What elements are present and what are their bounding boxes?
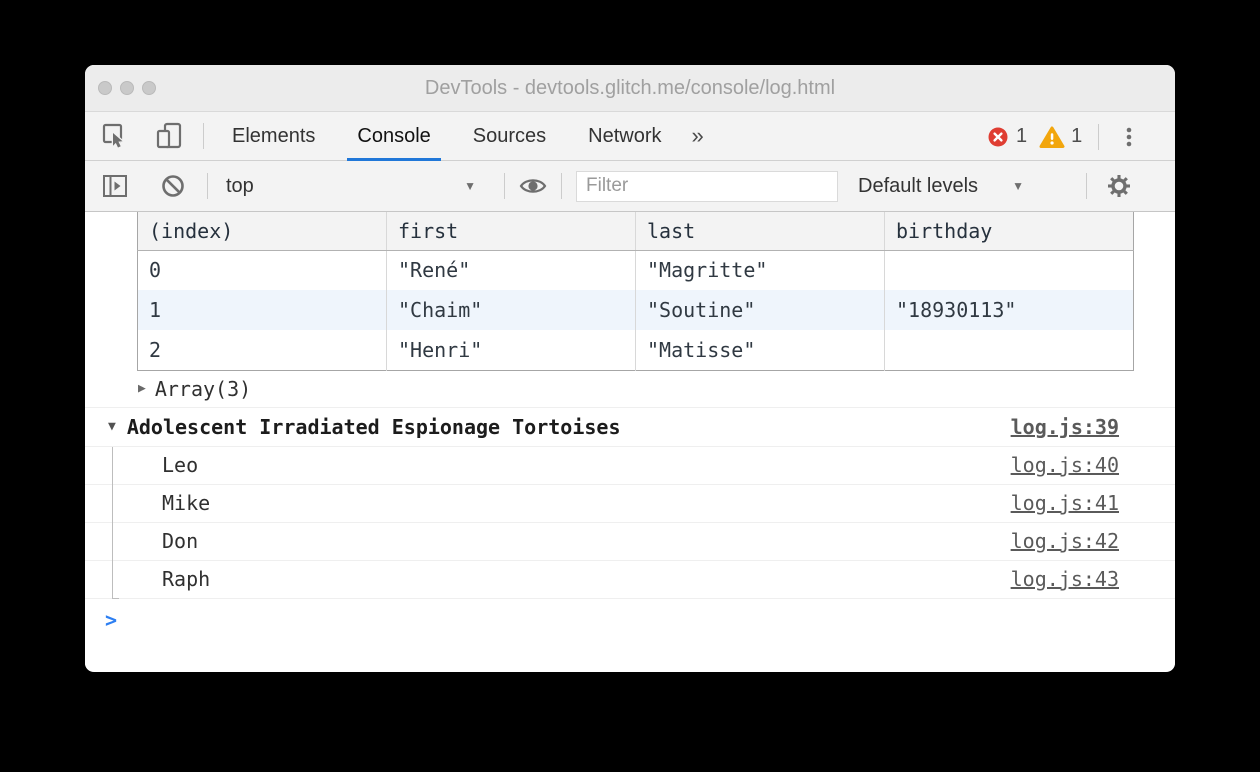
cell-birthday [885,250,1134,290]
tabbar-right-group: 1 1 [986,112,1145,161]
log-text: Don [162,529,198,553]
console-group-children: Leo log.js:40 Mike log.js:41 Don log.js:… [85,447,1175,599]
console-settings-button[interactable] [1103,170,1135,202]
chevron-down-icon: ▼ [464,179,476,193]
console-group-header[interactable]: ▼ Adolescent Irradiated Espionage Tortoi… [85,408,1175,447]
log-message: Don log.js:42 [85,523,1175,561]
javascript-context-selector[interactable]: top ▼ [226,175,476,198]
cell-index: 0 [138,250,387,290]
log-message: Leo log.js:40 [85,447,1175,485]
cell-index: 2 [138,330,387,370]
array-preview-label[interactable]: Array(3) [155,377,251,401]
source-link[interactable]: log.js:40 [1011,453,1119,477]
more-tabs-button[interactable]: » [686,123,710,149]
kebab-menu-icon [1114,122,1144,152]
cell-first: "Henri" [387,330,636,370]
devtools-tabbar: Elements Console Sources Network » 1 1 [85,112,1175,161]
collapse-triangle-icon[interactable]: ▼ [108,419,116,434]
zoom-button[interactable] [142,81,156,95]
table-row: 0 "René" "Magritte" [138,250,1134,290]
cell-first: "Chaim" [387,290,636,330]
desktop-background: DevTools - devtools.glitch.me/console/lo… [0,0,1260,772]
eye-icon [517,170,549,202]
group-indent-guide [112,447,119,599]
log-message: Mike log.js:41 [85,485,1175,523]
source-link[interactable]: log.js:41 [1011,491,1119,515]
log-text: Mike [162,491,210,515]
separator [207,173,208,199]
table-header-row: (index) first last birthday [138,212,1134,250]
inspect-element-button[interactable] [99,120,131,152]
warning-count: 1 [1071,125,1082,148]
separator [1086,173,1087,199]
device-toolbar-icon [154,121,184,151]
expand-triangle-icon[interactable]: ▶ [138,381,146,396]
prompt-chevron-icon: > [105,608,117,632]
log-text: Leo [162,453,198,477]
titlebar[interactable]: DevTools - devtools.glitch.me/console/lo… [85,65,1175,112]
tab-console[interactable]: Console [343,112,444,161]
window-title: DevTools - devtools.glitch.me/console/lo… [85,65,1175,112]
source-link[interactable]: log.js:43 [1011,567,1119,591]
log-message: Raph log.js:43 [85,561,1175,599]
tab-elements[interactable]: Elements [218,112,329,161]
console-sidebar-toggle-button[interactable] [99,170,131,202]
array-preview-message: ▶ Array(3) [85,371,1175,408]
group-title: Adolescent Irradiated Espionage Tortoise… [127,415,621,439]
tab-network[interactable]: Network [574,112,675,161]
error-badge-icon[interactable] [986,125,1010,149]
log-text: Raph [162,567,210,591]
console-table: (index) first last birthday 0 "René" "Ma… [137,212,1134,371]
chevron-down-icon: ▼ [1012,179,1024,193]
device-toolbar-button[interactable] [153,120,185,152]
close-button[interactable] [98,81,112,95]
tab-sources[interactable]: Sources [459,112,560,161]
create-live-expression-button[interactable] [517,170,549,202]
clear-console-button[interactable] [157,170,189,202]
sidebar-toggle-icon [100,171,130,201]
cell-first: "René" [387,250,636,290]
devtools-window: DevTools - devtools.glitch.me/console/lo… [85,65,1175,672]
table-row: 1 "Chaim" "Soutine" "18930113" [138,290,1134,330]
separator [504,173,505,199]
gear-icon [1104,171,1134,201]
devtools-menu-button[interactable] [1113,121,1145,153]
console-toolbar: top ▼ Default levels ▼ [85,161,1175,212]
log-levels-selector[interactable]: Default levels ▼ [858,175,1024,198]
table-row: 2 "Henri" "Matisse" [138,330,1134,370]
cell-last: "Matisse" [636,330,885,370]
column-header-index[interactable]: (index) [138,212,387,250]
separator [203,123,204,149]
context-label: top [226,175,254,198]
separator [561,173,562,199]
column-header-birthday[interactable]: birthday [885,212,1134,250]
clear-console-icon [158,171,188,201]
console-messages: (index) first last birthday 0 "René" "Ma… [85,212,1175,671]
column-header-last[interactable]: last [636,212,885,250]
cell-last: "Soutine" [636,290,885,330]
column-header-first[interactable]: first [387,212,636,250]
cell-birthday [885,330,1134,370]
separator [1098,124,1099,150]
cell-last: "Magritte" [636,250,885,290]
source-link[interactable]: log.js:39 [1011,415,1119,439]
warning-badge-icon[interactable] [1039,125,1065,149]
cell-birthday: "18930113" [885,290,1134,330]
traffic-lights [98,81,156,95]
filter-input[interactable] [576,171,838,202]
cell-index: 1 [138,290,387,330]
levels-label: Default levels [858,175,978,198]
inspect-icon [100,121,130,151]
minimize-button[interactable] [120,81,134,95]
console-prompt[interactable]: > [85,599,1175,632]
error-count: 1 [1016,125,1027,148]
source-link[interactable]: log.js:42 [1011,529,1119,553]
